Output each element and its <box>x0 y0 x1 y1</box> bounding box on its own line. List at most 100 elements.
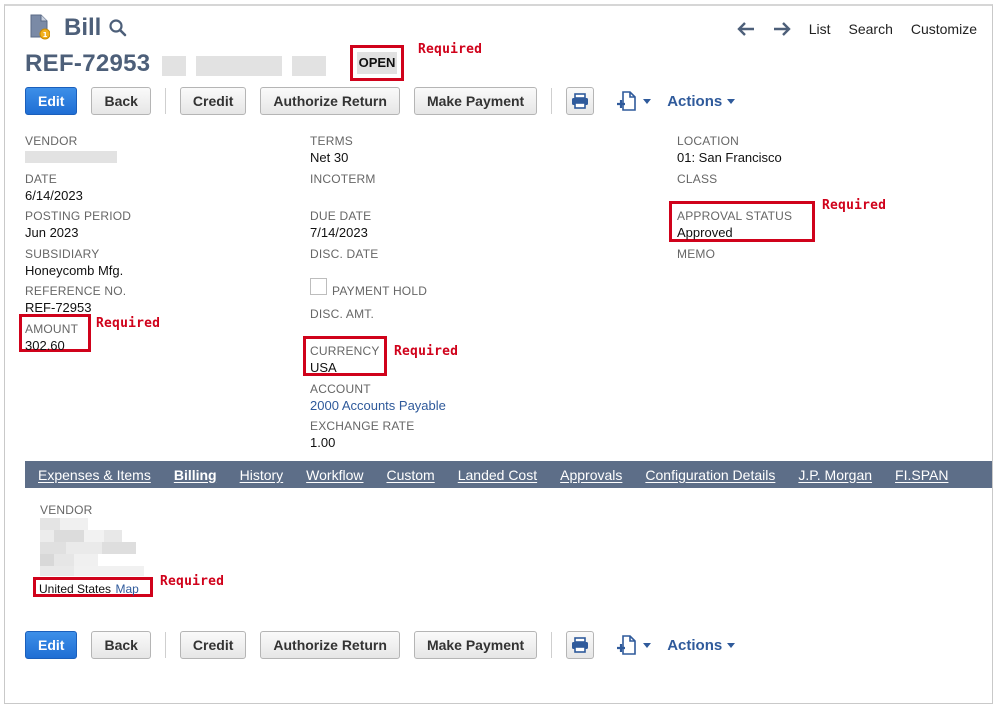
field-posting-period: POSTING PERIOD Jun 2023 <box>25 209 131 240</box>
field-label: INCOTERM <box>310 172 376 186</box>
field-label: CLASS <box>677 172 718 186</box>
required-note-currency: Required <box>394 344 459 359</box>
field-label: DATE <box>25 172 57 186</box>
print-button[interactable] <box>566 631 595 659</box>
actions-label: Actions <box>667 92 723 110</box>
toolbar-divider <box>164 88 166 114</box>
chevron-down-icon <box>727 642 736 648</box>
field-reference-no: REFERENCE NO. REF-72953 <box>25 284 126 315</box>
make-payment-button[interactable]: Make Payment <box>413 631 538 659</box>
toolbar-bottom: Edit Back Credit Authorize Return Make P… <box>25 631 736 659</box>
tab-expenses-items[interactable]: Expenses & Items <box>38 467 151 483</box>
svg-text:1: 1 <box>43 31 48 39</box>
toolbar-divider <box>164 632 166 658</box>
print-button[interactable] <box>566 87 595 115</box>
field-currency: CURRENCY USA <box>310 344 380 375</box>
tab-landed-cost[interactable]: Landed Cost <box>458 467 537 483</box>
field-value: REF-72953 <box>25 300 92 315</box>
field-value: Jun 2023 <box>25 225 79 240</box>
make-payment-button[interactable]: Make Payment <box>413 87 538 115</box>
customize-link[interactable]: Customize <box>911 21 977 37</box>
actions-menu[interactable]: Actions <box>667 92 736 110</box>
toolbar-top: Edit Back Credit Authorize Return Make P… <box>25 87 736 115</box>
country-text: United States <box>39 582 112 596</box>
tab-custom[interactable]: Custom <box>386 467 434 483</box>
edit-button[interactable]: Edit <box>25 87 78 115</box>
field-label: POSTING PERIOD <box>25 209 132 223</box>
redacted-vendor <box>25 151 117 163</box>
field-label: VENDOR <box>40 503 93 517</box>
field-label: PAYMENT HOLD <box>332 284 428 298</box>
field-label: MEMO <box>677 247 716 261</box>
toolbar-divider <box>551 88 553 114</box>
tab-jp-morgan[interactable]: J.P. Morgan <box>798 467 872 483</box>
back-button[interactable]: Back <box>91 87 151 115</box>
back-button[interactable]: Back <box>91 631 151 659</box>
subtab-bar: Expenses & Items Billing History Workflo… <box>25 461 992 494</box>
field-date: DATE 6/14/2023 <box>25 172 83 203</box>
search-link[interactable]: Search <box>849 21 893 37</box>
required-note-status: Required <box>418 42 483 57</box>
field-account: ACCOUNT 2000 Accounts Payable <box>310 382 446 413</box>
billing-country: United States Map <box>39 580 139 598</box>
map-link[interactable]: Map <box>116 582 139 596</box>
tab-history[interactable]: History <box>240 467 284 483</box>
field-value: Net 30 <box>310 150 349 165</box>
authorize-return-button[interactable]: Authorize Return <box>260 631 400 659</box>
redacted-text <box>196 56 282 76</box>
new-document-menu[interactable] <box>616 90 652 112</box>
new-document-menu[interactable] <box>616 634 652 656</box>
field-amount: AMOUNT 302.60 <box>25 322 78 353</box>
actions-label: Actions <box>667 636 723 654</box>
arrow-right-icon[interactable] <box>773 22 791 36</box>
field-disc-amt: DISC. AMT. <box>310 307 374 321</box>
field-label: SUBSIDIARY <box>25 247 100 261</box>
required-note-amount: Required <box>96 316 161 331</box>
tab-workflow[interactable]: Workflow <box>306 467 363 483</box>
field-value: 1.00 <box>310 435 336 450</box>
toolbar-divider <box>551 632 553 658</box>
field-value: 6/14/2023 <box>25 188 83 203</box>
chevron-down-icon <box>643 642 652 648</box>
field-terms: TERMS Net 30 <box>310 134 353 165</box>
tab-configuration-details[interactable]: Configuration Details <box>645 467 775 483</box>
field-label: REFERENCE NO. <box>25 284 127 298</box>
arrow-left-icon[interactable] <box>737 22 755 36</box>
payment-hold-checkbox[interactable] <box>310 278 327 295</box>
field-label: APPROVAL STATUS <box>677 209 793 223</box>
field-payment-hold: PAYMENT HOLD <box>332 284 427 298</box>
redacted-text <box>162 56 186 76</box>
status-badge: OPEN <box>357 52 397 74</box>
actions-menu[interactable]: Actions <box>667 636 736 654</box>
field-vendor: VENDOR <box>25 134 78 148</box>
field-incoterm: INCOTERM <box>310 172 376 186</box>
field-label: LOCATION <box>677 134 740 148</box>
page-title: Bill <box>64 14 102 41</box>
field-label: DISC. AMT. <box>310 307 375 321</box>
field-value: Approved <box>677 225 733 240</box>
authorize-return-button[interactable]: Authorize Return <box>260 87 400 115</box>
field-exchange-rate: EXCHANGE RATE 1.00 <box>310 419 414 450</box>
field-approval-status: APPROVAL STATUS Approved <box>677 209 792 240</box>
field-label: ACCOUNT <box>310 382 371 396</box>
tab-fi-span[interactable]: FI.SPAN <box>895 467 948 483</box>
edit-button[interactable]: Edit <box>25 631 78 659</box>
tab-approvals[interactable]: Approvals <box>560 467 622 483</box>
tab-billing[interactable]: Billing <box>174 467 217 494</box>
redacted-text <box>292 56 326 76</box>
required-note-country: Required <box>160 574 225 589</box>
field-due-date: DUE DATE 7/14/2023 <box>310 209 371 240</box>
account-link[interactable]: 2000 Accounts Payable <box>310 398 446 413</box>
field-label: VENDOR <box>25 134 78 148</box>
search-icon[interactable] <box>108 18 128 38</box>
field-label: CURRENCY <box>310 344 380 358</box>
credit-button[interactable]: Credit <box>179 631 247 659</box>
field-subsidiary: SUBSIDIARY Honeycomb Mfg. <box>25 247 123 278</box>
list-link[interactable]: List <box>809 21 831 37</box>
credit-button[interactable]: Credit <box>179 87 247 115</box>
record-navigation: List Search Customize <box>737 21 977 37</box>
field-class: CLASS <box>677 172 717 186</box>
chevron-down-icon <box>643 98 652 104</box>
record-reference: REF-72953 <box>25 50 151 77</box>
field-label: EXCHANGE RATE <box>310 419 415 433</box>
